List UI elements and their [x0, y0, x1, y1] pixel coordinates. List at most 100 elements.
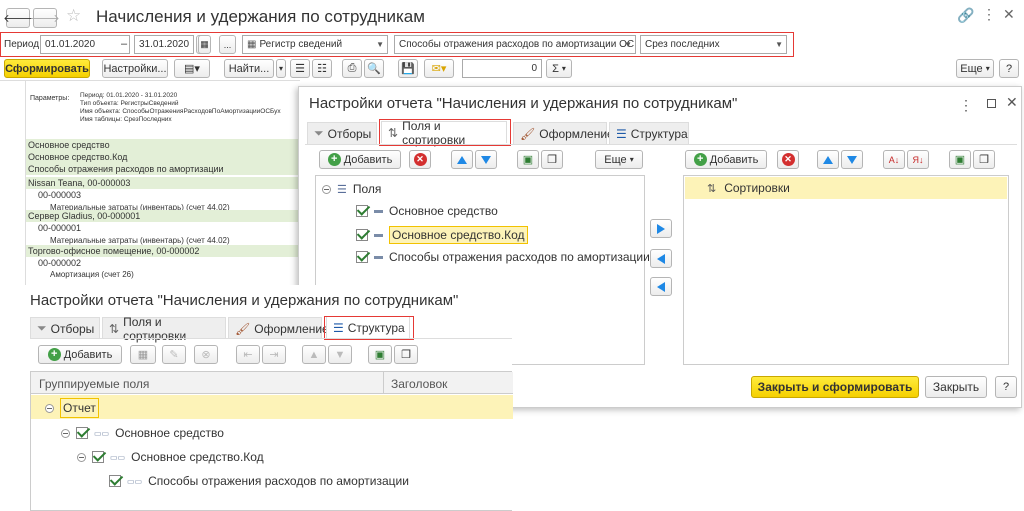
move-left-button[interactable]: ⇤ [236, 345, 260, 364]
check-all-sort-button[interactable]: ▣ [949, 150, 971, 169]
sort-down-button[interactable] [841, 150, 863, 169]
collapse-button[interactable]: ☷ [312, 59, 332, 78]
check-all-button[interactable]: ▣ [368, 345, 392, 364]
uncheck-all-button[interactable]: ❐ [394, 345, 418, 364]
forward-button[interactable]: 🡒 [30, 8, 60, 28]
send-button[interactable]: ✉▾ [424, 59, 454, 78]
find-options-button[interactable]: ▾ [276, 59, 286, 78]
group-row[interactable]: ▭▭ Основное средство [61, 426, 224, 440]
checkbox-checked[interactable] [356, 251, 368, 263]
sort-asc-button[interactable]: A↓ [883, 150, 905, 169]
sum-mode-button[interactable]: Σ ▾ [546, 59, 572, 78]
report-row-detail[interactable]: Амортизация (счет 26) [26, 268, 298, 280]
tab-appearance[interactable]: 🖌 Оформление [228, 317, 329, 339]
find-button[interactable]: Найти... [224, 59, 274, 78]
help-button[interactable]: ? [999, 59, 1019, 78]
chevron-down-icon: ▾ [629, 155, 634, 164]
tab-appearance[interactable]: 🖌 Оформление [513, 122, 614, 144]
add-grouping-button[interactable]: ▦ [130, 345, 156, 364]
table-select[interactable]: Срез последних ▼ [640, 35, 787, 54]
calendar-to-button[interactable]: ▦ [198, 35, 211, 54]
move-down-button[interactable] [475, 150, 497, 169]
uncheck-all-sort-button[interactable]: ❐ [973, 150, 995, 169]
uncheck-all-button[interactable]: ❐ [541, 150, 563, 169]
fields-root-row[interactable]: ☰ Поля [322, 182, 381, 196]
close-and-generate-button[interactable]: Закрыть и сформировать [751, 376, 919, 398]
group-row[interactable]: ▭▭ Способы отражения расходов по амортиза… [109, 474, 409, 488]
field-row[interactable]: Способы отражения расходов по амортизаци… [356, 250, 650, 264]
remove-all-sort-button[interactable] [650, 277, 672, 296]
preview-button[interactable]: 🔍 [364, 59, 384, 78]
period-to-field[interactable]: 31.01.2020 [134, 35, 194, 54]
add-to-sort-button[interactable] [650, 219, 672, 238]
move-right-button[interactable]: ⇥ [262, 345, 286, 364]
add-group-button[interactable]: + Добавить [38, 345, 122, 364]
favorite-star-icon[interactable]: ☆ [66, 6, 81, 26]
save-button[interactable]: 💾 [398, 59, 418, 78]
close-icon[interactable]: ✕ [1003, 6, 1015, 23]
add-sort-button[interactable]: + Добавить [685, 150, 767, 169]
report-root-node[interactable]: Отчет [45, 398, 99, 418]
generate-button[interactable]: Сформировать [4, 59, 90, 78]
check-all-button[interactable]: ▣ [517, 150, 539, 169]
column-header-grouped-fields[interactable]: Группируемые поля [39, 377, 149, 391]
add-label: Добавить [63, 348, 113, 361]
field-row[interactable]: Основное средство [356, 204, 498, 218]
register-type-select[interactable]: ▦ Регистр сведений ▼ [242, 35, 388, 54]
move-up-button[interactable]: ▲ [302, 345, 326, 364]
move-down-button[interactable]: ▼ [328, 345, 352, 364]
move-left-icon: ⇤ [243, 349, 253, 361]
more-button[interactable]: Еще ▾ [956, 59, 994, 78]
menu-dots-icon[interactable]: ⋮ [982, 6, 996, 23]
report-row-group[interactable]: Торгово-офисное помещение, 00-000002 [26, 245, 298, 257]
field-row[interactable]: Основное средство.Код [356, 226, 528, 244]
expand-button[interactable]: ☰ [290, 59, 310, 78]
checkbox-checked[interactable] [356, 205, 368, 217]
arrow-right-icon [657, 223, 665, 234]
add-field-button[interactable]: + Добавить [319, 150, 401, 169]
sum-field[interactable]: 0 [462, 59, 542, 78]
back-button[interactable]: 🡐 [3, 8, 33, 28]
checkbox-checked[interactable] [109, 475, 121, 487]
tab-fields-sorting[interactable]: ⇅ Поля и сортировки [381, 119, 507, 147]
variant-button[interactable]: ▤▾ [174, 59, 210, 78]
period-from-field[interactable]: 01.01.2020 [40, 35, 130, 54]
sort-up-button[interactable] [817, 150, 839, 169]
checkbox-checked[interactable] [356, 229, 368, 241]
report-row-sub[interactable]: 00-000003 [26, 189, 298, 201]
fields-icon: ⇅ [109, 321, 120, 336]
settings-button[interactable]: Настройки... [102, 59, 168, 78]
dialog-help-button[interactable]: ? [995, 376, 1017, 398]
sort-desc-button[interactable]: Я↓ [907, 150, 929, 169]
group-row[interactable]: ▭▭ Основное средство.Код [77, 450, 264, 464]
column-header-title[interactable]: Заголовок [391, 377, 447, 391]
checkbox-checked[interactable] [76, 427, 88, 439]
delete-sort-button[interactable]: ✕ [777, 150, 799, 169]
tab-filters[interactable]: ⏷ Отборы [30, 317, 100, 339]
tab-fields-sorting[interactable]: ⇅ Поля и сортировки [102, 315, 226, 343]
tab-structure[interactable]: ☰ Структура [609, 122, 689, 144]
report-row-sub[interactable]: 00-000001 [26, 222, 298, 234]
group-label: Способы отражения расходов по амортизаци… [148, 474, 409, 488]
more-fields-button[interactable]: Еще ▾ [595, 150, 643, 169]
remove-from-sort-button[interactable] [650, 249, 672, 268]
root-row[interactable] [31, 395, 513, 419]
report-row-group[interactable]: Nissan Teana, 00-000003 [26, 177, 298, 189]
menu-dots-icon[interactable]: ⋮ [959, 97, 973, 114]
period-choose-button[interactable]: ... [219, 35, 236, 54]
maximize-icon[interactable] [987, 99, 996, 108]
delete-button[interactable]: ⊗ [194, 345, 218, 364]
tab-filters[interactable]: ⏷ Отборы [307, 122, 377, 144]
checkbox-checked[interactable] [92, 451, 104, 463]
print-button[interactable]: ⎙ [342, 59, 362, 78]
close-button[interactable]: Закрыть [925, 376, 987, 398]
sort-root-row[interactable]: ⇅ Сортировки [685, 177, 1007, 199]
edit-button[interactable]: ✎ [162, 345, 186, 364]
report-row-group[interactable]: Сервер Gladius, 00-000001 [26, 210, 298, 222]
tab-structure[interactable]: ☰ Структура [326, 316, 410, 338]
delete-field-button[interactable]: ✕ [409, 150, 431, 169]
object-select[interactable]: Способы отражения расходов по амортизаци… [394, 35, 636, 54]
move-up-button[interactable] [451, 150, 473, 169]
link-icon[interactable]: 🔗 [957, 7, 974, 24]
close-icon[interactable]: ✕ [1006, 94, 1018, 111]
